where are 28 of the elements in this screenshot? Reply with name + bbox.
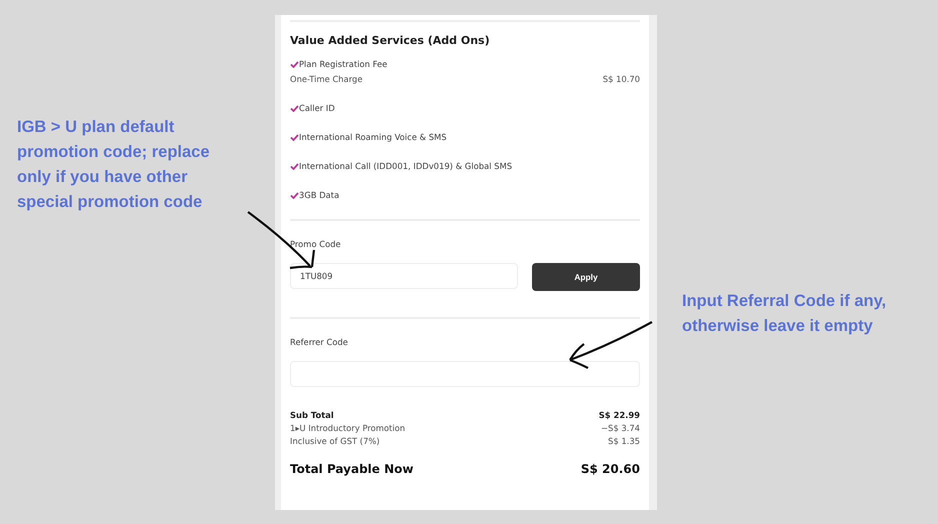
summary-label: 1▸U Introductory Promotion xyxy=(290,422,406,435)
annotation-text: IGB > U plan default promotion code; replace only if you have other special promotion code xyxy=(17,117,211,213)
check-icon xyxy=(290,192,299,198)
addon-detail: One-Time Charge xyxy=(290,74,363,84)
total-label: Total Payable Now xyxy=(290,462,414,476)
promo-code-field[interactable]: 1TU809 xyxy=(290,263,518,289)
annotation-text: Input Referral Code if any, otherwise leave it empty xyxy=(682,291,888,337)
field-label: Referrer Code xyxy=(290,337,348,347)
addon-name: International Roaming Voice & SMS xyxy=(290,132,447,142)
addon-name: Caller ID xyxy=(290,103,335,113)
summary-label: Sub Total xyxy=(290,409,334,422)
summary-amount: S$ 22.99 xyxy=(598,409,640,422)
summary-label: Inclusive of GST (7%) xyxy=(290,435,380,448)
field-label: Promo Code xyxy=(290,239,341,249)
addon-price: S$ 10.70 xyxy=(602,74,640,84)
check-icon xyxy=(290,134,299,140)
referrer-code-field[interactable] xyxy=(290,361,640,387)
check-icon xyxy=(290,162,299,170)
check-icon xyxy=(290,60,299,68)
section-title: Value Added Services (Add Ons) xyxy=(290,34,491,47)
summary-amount: S$ 1.35 xyxy=(608,435,640,448)
total-amount: S$ 20.60 xyxy=(580,462,640,476)
check-icon xyxy=(290,104,299,112)
addon-name: 3GB Data xyxy=(290,190,340,200)
apply-button[interactable]: Apply xyxy=(532,263,640,291)
summary-amount: −S$ 3.74 xyxy=(601,422,640,435)
addon-name: International Call (IDD001, IDDv019) & Global SMS xyxy=(290,161,512,171)
addon-name: Plan Registration Fee xyxy=(290,59,388,69)
